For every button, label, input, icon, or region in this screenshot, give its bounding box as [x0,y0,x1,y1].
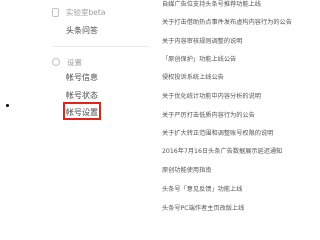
list-item[interactable]: 原创功能使用指南 [162,167,212,175]
lab-section-label: 实验室beta [66,7,106,17]
list-item[interactable]: 关于打击借助热点事件发布虚构内容行为的公告 [162,19,292,27]
lab-section-header: 实验室beta [52,5,105,19]
highlight-box [63,102,101,120]
list-item[interactable]: 头条号「意见反馈」功能上线 [162,186,242,194]
list-item[interactable]: 关于扩大转正范围和调整账号权限的说明 [162,130,273,138]
sidebar-item-account-status[interactable]: 帐号状态 [66,90,98,101]
list-item[interactable]: 侵权投诉系统上线公告 [162,74,224,82]
list-item[interactable]: 自媒广告位支持头条号推荐功能上线 [162,1,261,9]
list-item[interactable]: 头条号PC端作者主页改版上线 [162,205,244,213]
bullet-dot [6,104,9,107]
announcement-list: 自媒广告位支持头条号推荐功能上线 关于打击借助热点事件发布虚构内容行为的公告 关… [162,0,296,221]
screen: 实验室beta 头条问答 设置 帐号信息 帐号状态 帐号设置 自媒广告位支持头条… [0,0,296,221]
list-item[interactable]: 「原创保护」功能上线公告 [162,56,236,64]
list-item[interactable]: 关于优化统计功能中内容分析的说明 [162,93,261,101]
settings-section-header: 设置 [52,55,82,69]
list-item[interactable]: 2016年7月16日头条广告数据展示延迟通知 [162,148,282,156]
settings-section-label: 设置 [67,57,82,67]
gear-icon [52,58,60,66]
sidebar-divider [52,46,150,47]
flask-icon [52,7,59,17]
list-item[interactable]: 关于严厉打击低质内容行为的公告 [162,112,255,120]
sidebar-item-qa[interactable]: 头条问答 [66,25,98,36]
list-item[interactable]: 关于内容审核规则调整的说明 [162,38,242,46]
sidebar: 实验室beta 头条问答 设置 帐号信息 帐号状态 帐号设置 [52,0,162,221]
sidebar-item-account-info[interactable]: 帐号信息 [66,72,98,83]
